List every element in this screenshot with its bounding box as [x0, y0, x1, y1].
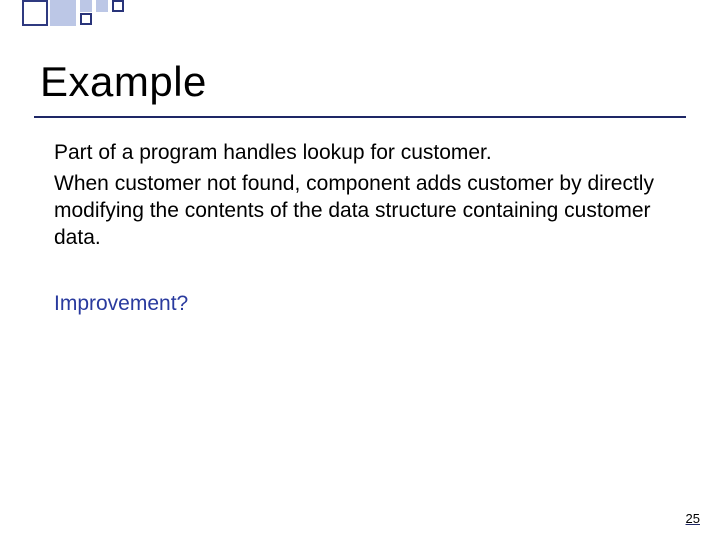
- deco-square-outline-large: [22, 0, 48, 26]
- deco-square-outline-small-1: [80, 13, 92, 25]
- deco-square-fill-small-1: [80, 0, 92, 12]
- title-underline: [34, 116, 686, 118]
- slide-body: Part of a program handles lookup for cus…: [54, 140, 654, 256]
- body-line-1: Part of a program handles lookup for cus…: [54, 140, 654, 167]
- slide-title: Example: [40, 58, 207, 106]
- deco-square-fill-large: [50, 0, 76, 26]
- deco-square-fill-small-2: [96, 0, 108, 12]
- body-line-2: When customer not found, component adds …: [54, 171, 654, 252]
- page-number: 25: [686, 511, 700, 526]
- corner-decoration: [22, 0, 152, 26]
- deco-square-outline-small-2: [112, 0, 124, 12]
- improvement-prompt: Improvement?: [54, 292, 188, 316]
